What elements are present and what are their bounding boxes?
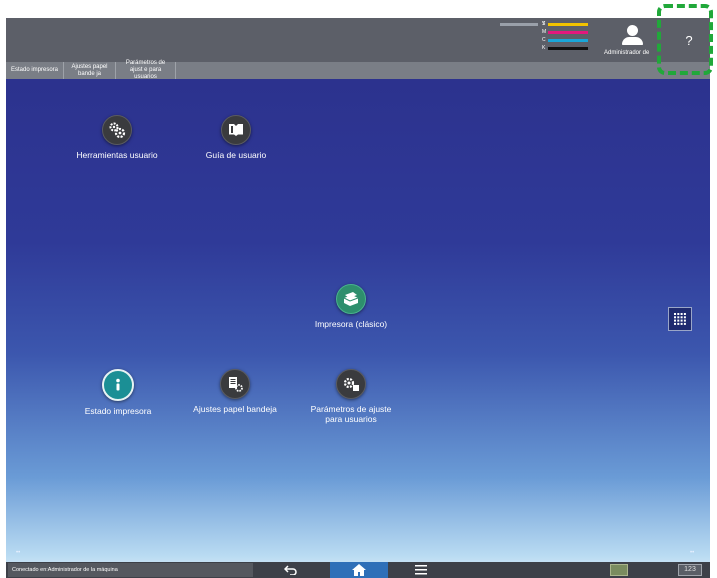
app-label: Parámetros de ajuste para usuarios (310, 404, 392, 424)
toner-bar-cyan (548, 39, 588, 42)
tab-estado-impresora[interactable]: Estado impresora (6, 62, 64, 79)
app-herramientas-usuario[interactable]: Herramientas usuario (62, 115, 172, 160)
app-estado-impresora[interactable]: Estado impresora (63, 369, 173, 416)
tray-settings-icon (220, 369, 250, 399)
home-button[interactable] (330, 562, 388, 578)
page-indicator-right: •• (690, 550, 695, 556)
app-guia-usuario[interactable]: Guía de usuario (181, 115, 291, 160)
book-icon (221, 115, 251, 145)
home-icon (352, 564, 366, 576)
user-settings-icon (336, 369, 366, 399)
control-panel-screen: S Y M C K Administrador de ? Estado impr… (6, 18, 710, 578)
user-icon (627, 25, 638, 36)
toner-label: K (542, 45, 546, 51)
app-label: Estado impresora (84, 406, 152, 416)
gears-icon (102, 115, 132, 145)
app-label: Ajustes papel bandeja (193, 404, 277, 414)
toner-bar-magenta (548, 31, 588, 34)
status-message[interactable]: Conectado en:Administrador de la máquina (8, 563, 253, 577)
admin-label: Administrador de (604, 50, 650, 56)
app-ajustes-papel-bandeja[interactable]: Ajustes papel bandeja (180, 369, 290, 414)
toner-levels: S Y M C K (494, 20, 590, 60)
printer-icon (336, 284, 366, 314)
app-impresora-clasico[interactable]: Impresora (clásico) (296, 284, 406, 329)
app-label: Herramientas usuario (76, 150, 158, 160)
info-icon (102, 369, 134, 401)
widget-tab-bar: Estado impresora Ajustes papel bande ja … (6, 60, 710, 80)
page-indicator-left: •• (16, 550, 21, 556)
system-bar: Conectado en:Administrador de la máquina… (6, 562, 710, 578)
tab-ajustes-papel[interactable]: Ajustes papel bande ja (64, 62, 116, 79)
toner-bar-yellow (548, 23, 588, 26)
tab-parametros-ajuste[interactable]: Parámetros de ajust e para usuarios (116, 60, 176, 80)
apps-grid-button[interactable] (668, 307, 692, 331)
memory-status-icon[interactable] (610, 564, 628, 576)
numeric-keys-button[interactable]: 123 (678, 564, 702, 576)
toner-bar-black (548, 47, 588, 50)
back-button[interactable] (276, 562, 306, 578)
top-bar: S Y M C K Administrador de ? (6, 18, 710, 62)
toner-row-k: K (494, 44, 590, 53)
app-label: Guía de usuario (205, 150, 267, 160)
menu-button[interactable] (406, 562, 436, 578)
help-button-highlight (657, 4, 713, 75)
app-label: Impresora (clásico) (314, 319, 388, 329)
back-arrow-icon (284, 565, 297, 575)
grid-icon (674, 313, 686, 325)
app-parametros-ajuste-usuarios[interactable]: Parámetros de ajuste para usuarios (296, 369, 406, 424)
hamburger-icon (415, 565, 427, 575)
